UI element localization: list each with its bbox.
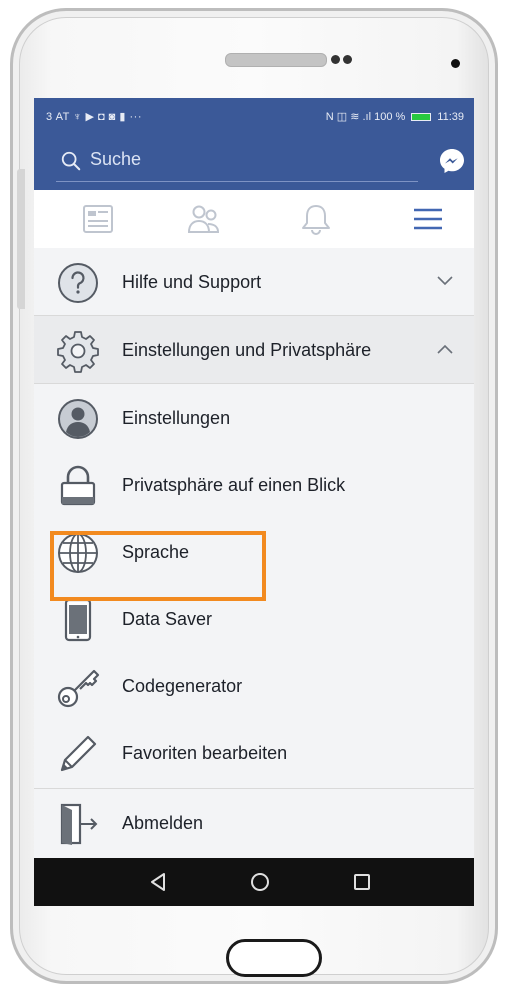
menu-item-data-saver[interactable]: Data Saver — [34, 585, 474, 653]
key-icon — [57, 669, 100, 708]
menu-item-label: Privatsphäre auf einen Blick — [122, 475, 346, 495]
search-bar: Suche — [34, 134, 474, 190]
menu-item-settings-privacy[interactable]: Einstellungen und Privatsphäre — [34, 316, 474, 384]
menu-item-privacy-shortcuts[interactable]: Privatsphäre auf einen Blick — [34, 451, 474, 519]
tab-notifications[interactable] — [296, 202, 336, 236]
tab-news-feed[interactable] — [78, 202, 118, 236]
phone-side-button — [17, 169, 25, 309]
status-right: N ◫ ≋ .ıl 100 % 11:39 — [325, 110, 464, 124]
pencil-icon — [60, 735, 97, 772]
friends-icon — [187, 205, 220, 233]
chevron-down-icon — [437, 276, 453, 286]
battery-icon — [411, 112, 432, 121]
search-icon — [61, 151, 81, 171]
globe-icon — [58, 533, 98, 573]
logout-icon — [60, 803, 98, 845]
menu-item-settings[interactable]: Einstellungen — [34, 384, 474, 452]
menu-item-logout[interactable]: Abmelden — [34, 789, 474, 857]
phone-icon — [64, 598, 92, 642]
menu-item-edit-favorites[interactable]: Favoriten bearbeiten — [34, 719, 474, 787]
bell-icon — [302, 205, 330, 235]
gear-icon — [57, 331, 99, 373]
menu-item-label: Codegenerator — [122, 676, 243, 696]
settings-menu: Hilfe und Support Einstellungen und Priv… — [34, 248, 474, 858]
user-settings-icon — [58, 399, 98, 439]
news-feed-icon — [83, 205, 113, 233]
search-underline — [56, 181, 418, 182]
menu-item-code-generator[interactable]: Codegenerator — [34, 652, 474, 720]
recents-icon[interactable] — [350, 870, 374, 894]
sensor-dot — [331, 55, 340, 64]
menu-item-label: Hilfe und Support — [122, 272, 262, 292]
menu-item-label: Einstellungen und Privatsphäre — [122, 340, 372, 360]
help-icon — [58, 263, 98, 303]
menu-item-help[interactable]: Hilfe und Support — [34, 248, 474, 316]
menu-item-label: Abmelden — [122, 813, 204, 833]
status-bar: 3 AT ♆ ▶ ◘ ◙ ▮ ··· N ◫ ≋ .ıl 100 % 11:39 — [34, 98, 474, 134]
home-icon[interactable] — [248, 870, 272, 894]
menu-item-language[interactable]: Sprache — [34, 518, 474, 586]
status-notifications: 3 AT ♆ ▶ ◘ ◙ ▮ ··· — [46, 111, 142, 123]
hamburger-menu-icon — [414, 208, 442, 230]
home-button[interactable] — [226, 939, 322, 977]
status-time: 11:39 — [437, 110, 464, 123]
tab-menu[interactable] — [408, 202, 448, 236]
chevron-up-icon — [437, 344, 453, 354]
menu-item-label: Data Saver — [122, 609, 213, 629]
back-icon[interactable] — [146, 870, 170, 894]
menu-item-label: Einstellungen — [122, 408, 231, 428]
search-input[interactable]: Suche — [90, 149, 141, 170]
phone-earpiece — [225, 53, 327, 67]
lock-icon — [60, 465, 96, 506]
front-camera — [451, 59, 460, 68]
menu-item-label: Sprache — [122, 542, 190, 562]
status-indicators: N ◫ ≋ .ıl 100 % — [325, 111, 406, 123]
tab-friends[interactable] — [184, 202, 224, 236]
phone-screen: 3 AT ♆ ▶ ◘ ◙ ▮ ··· N ◫ ≋ .ıl 100 % 11:39… — [34, 98, 474, 906]
messenger-icon[interactable] — [438, 147, 466, 175]
menu-item-label: Favoriten bearbeiten — [122, 743, 288, 763]
android-nav-bar — [34, 858, 474, 906]
sensor-dot — [343, 55, 352, 64]
tab-bar — [34, 190, 474, 249]
